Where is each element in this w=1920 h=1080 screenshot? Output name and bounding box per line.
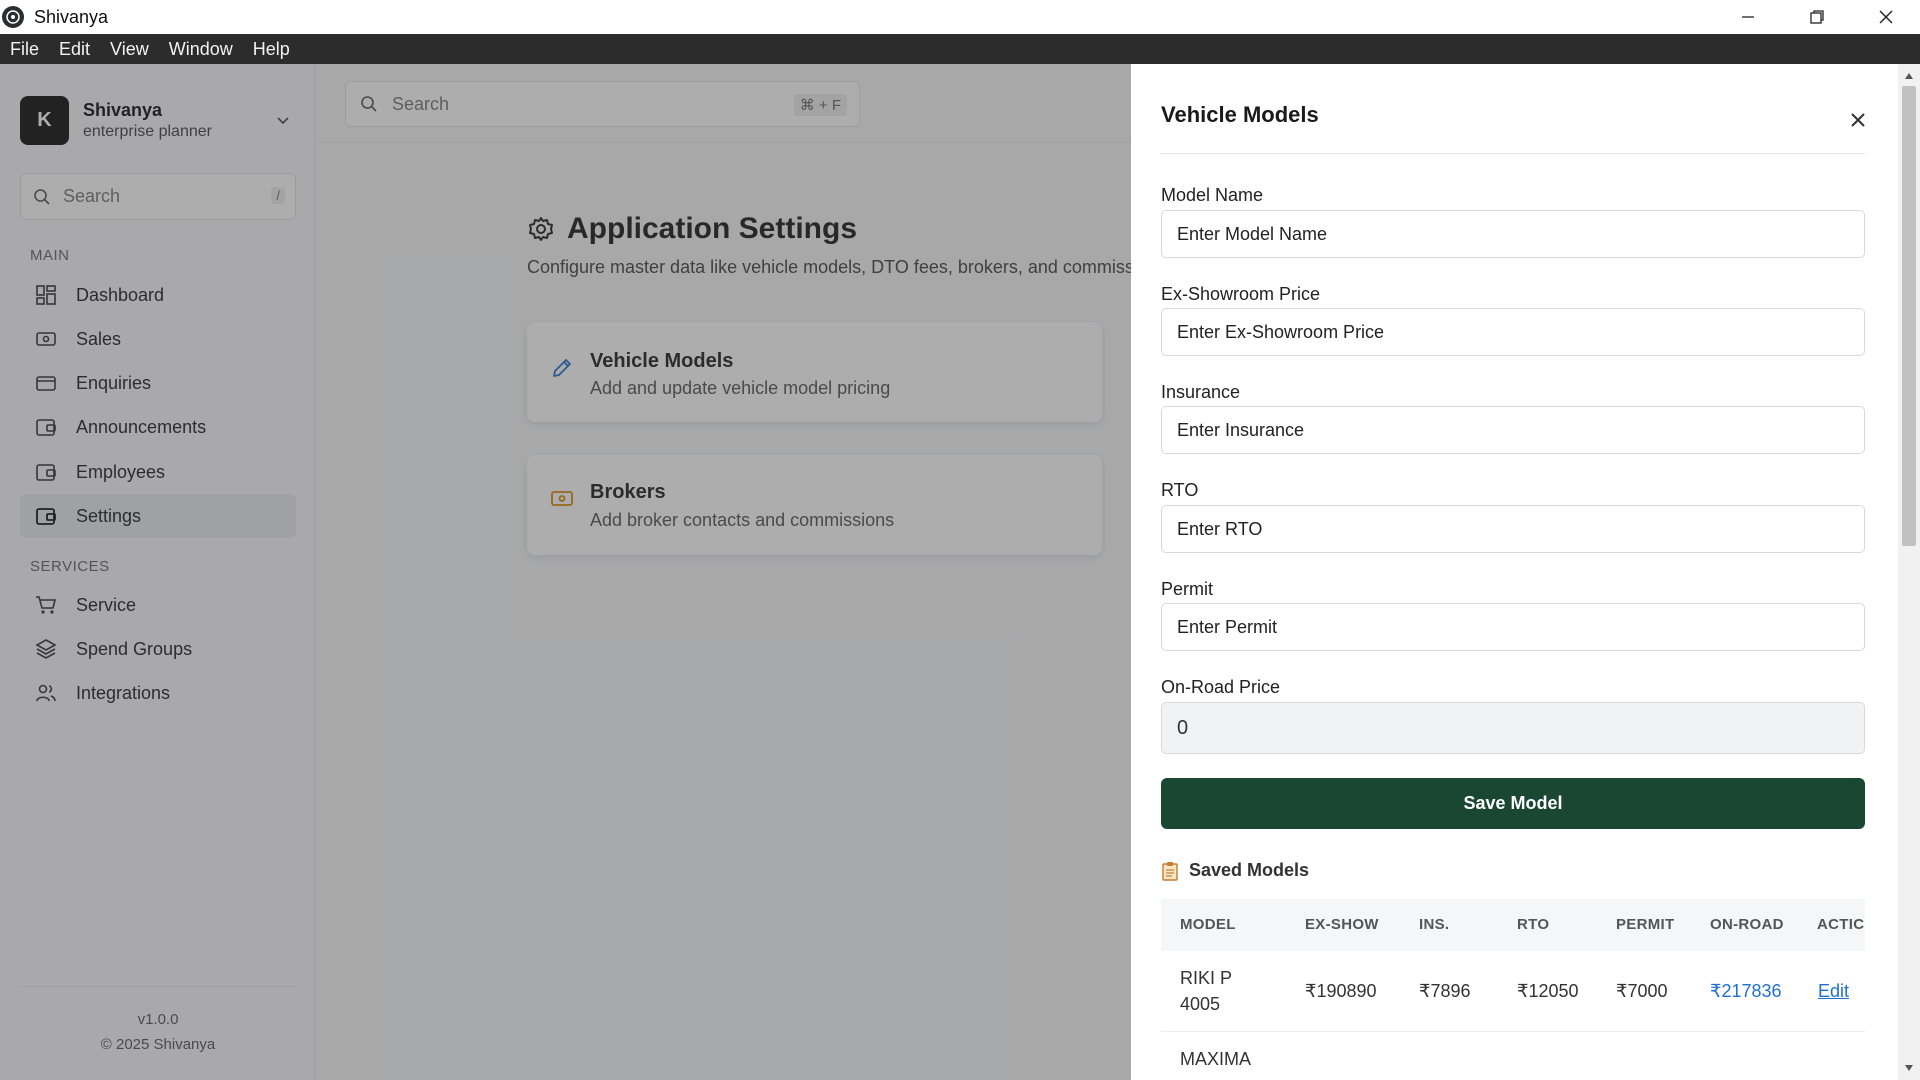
table-header: MODEL EX-SHOW INS. RTO PERMIT ON-ROAD AC… xyxy=(1161,899,1865,951)
rto-label: RTO xyxy=(1161,480,1199,500)
saved-models-table: MODEL EX-SHOW INS. RTO PERMIT ON-ROAD AC… xyxy=(1161,899,1865,1080)
cell-ins: ₹7896 xyxy=(1419,981,1471,1001)
close-icon[interactable] xyxy=(1844,106,1872,134)
cell-on-road: ₹217836 xyxy=(1710,981,1782,1001)
menu-window[interactable]: Window xyxy=(169,39,233,60)
panel-divider xyxy=(1161,153,1865,154)
vehicle-models-panel: Vehicle Models Model Name Ex-Showroom Pr… xyxy=(1131,64,1898,1080)
modal-backdrop[interactable] xyxy=(0,64,1131,1080)
menu-help[interactable]: Help xyxy=(253,39,290,60)
minimize-icon[interactable] xyxy=(1713,0,1782,34)
save-model-button[interactable]: Save Model xyxy=(1161,778,1865,829)
on-road-value: 0 xyxy=(1161,702,1865,754)
window-title: Shivanya xyxy=(34,6,109,27)
cell-model: MAXIMA xyxy=(1180,1049,1252,1069)
col-permit: PERMIT xyxy=(1616,916,1675,933)
cell-model: RIKI P 4005 xyxy=(1180,968,1232,1014)
window-controls xyxy=(1713,0,1920,34)
table-row: RIKI P 4005 ₹190890 ₹7896 ₹12050 ₹7000 ₹… xyxy=(1161,951,1865,1032)
cell-permit: ₹7000 xyxy=(1616,981,1668,1001)
col-on-road: ON-ROAD xyxy=(1710,916,1784,933)
col-model: MODEL xyxy=(1180,916,1236,933)
app-logo-icon xyxy=(2,6,24,28)
on-road-label: On-Road Price xyxy=(1161,677,1281,697)
model-name-label: Model Name xyxy=(1161,185,1264,205)
col-actions: ACTIC xyxy=(1817,916,1865,933)
cell-ex-show: ₹190890 xyxy=(1305,981,1377,1001)
menu-bar: File Edit View Window Help xyxy=(0,34,1920,64)
menu-view[interactable]: View xyxy=(110,39,149,60)
panel-scrollbar[interactable] xyxy=(1898,64,1920,1080)
col-rto: RTO xyxy=(1517,916,1550,933)
panel-title: Vehicle Models xyxy=(1161,102,1319,127)
permit-input[interactable] xyxy=(1161,603,1865,651)
close-window-icon[interactable] xyxy=(1851,0,1920,34)
col-ex-show: EX-SHOW xyxy=(1305,916,1379,933)
saved-models-title: Saved Models xyxy=(1189,860,1310,880)
scroll-down-icon[interactable] xyxy=(1903,1062,1915,1074)
saved-models-header: Saved Models xyxy=(1161,860,1309,881)
restore-icon[interactable] xyxy=(1782,0,1851,34)
ex-showroom-input[interactable] xyxy=(1161,308,1865,356)
model-name-input[interactable] xyxy=(1161,210,1865,258)
edit-link[interactable]: Edit xyxy=(1818,981,1849,1002)
scrollbar-thumb[interactable] xyxy=(1902,86,1916,546)
app-window: Shivanya File Edit View Window Help K Sh… xyxy=(0,0,1920,1080)
cell-rto: ₹12050 xyxy=(1517,981,1579,1001)
insurance-label: Insurance xyxy=(1161,382,1241,402)
menu-edit[interactable]: Edit xyxy=(59,39,90,60)
rto-input[interactable] xyxy=(1161,505,1865,553)
menu-file[interactable]: File xyxy=(10,39,39,60)
insurance-input[interactable] xyxy=(1161,406,1865,454)
clipboard-icon xyxy=(1162,861,1178,881)
col-ins: INS. xyxy=(1419,916,1450,933)
permit-label: Permit xyxy=(1161,579,1214,599)
ex-showroom-label: Ex-Showroom Price xyxy=(1161,284,1321,304)
table-row: MAXIMA xyxy=(1161,1032,1865,1080)
scroll-up-icon[interactable] xyxy=(1903,70,1915,82)
title-bar: Shivanya xyxy=(0,0,1920,34)
